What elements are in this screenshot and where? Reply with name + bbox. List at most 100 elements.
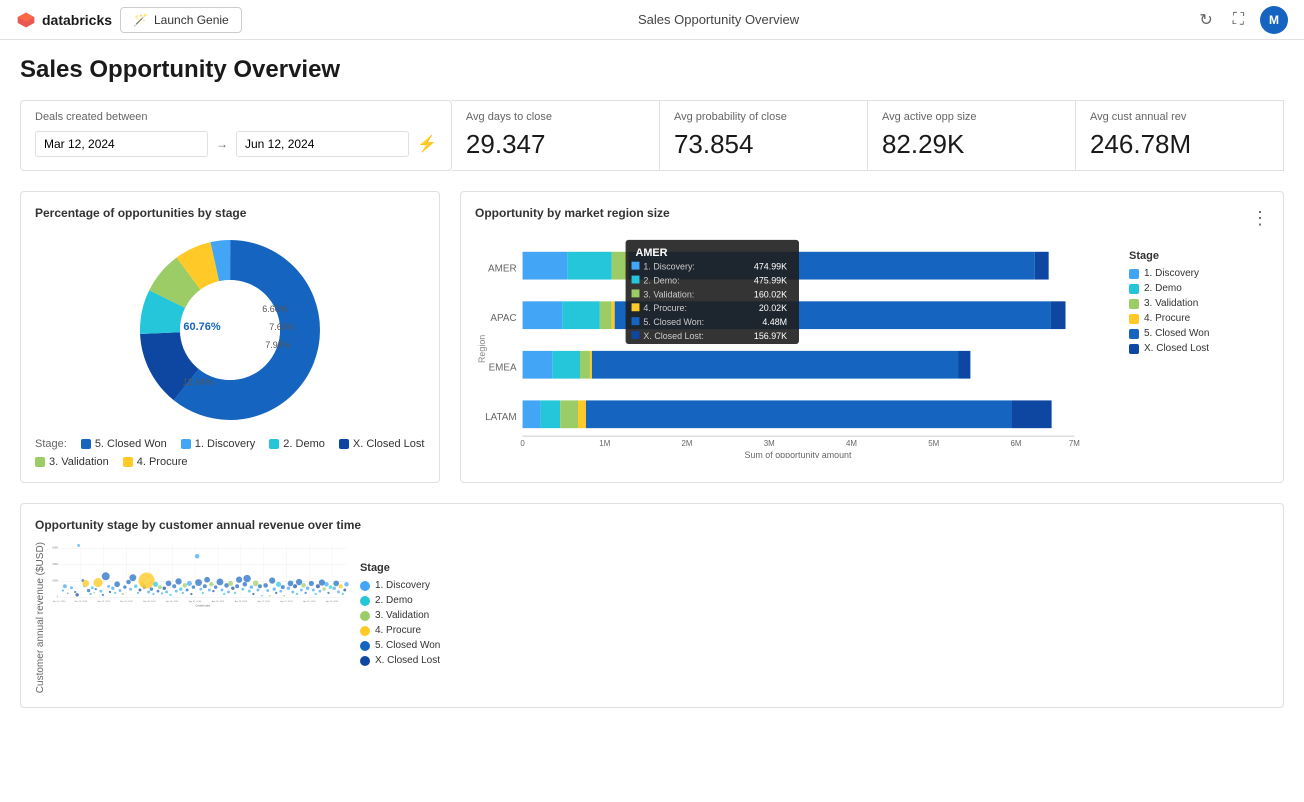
dot xyxy=(281,585,285,589)
dot xyxy=(344,582,349,587)
date-arrow-icon: → xyxy=(216,137,228,151)
dot xyxy=(70,586,73,589)
scatter-chart-legend: Stage 1. Discovery 2. Demo 3. Validation… xyxy=(360,542,490,693)
legend-item-demo: 2. Demo xyxy=(269,438,325,450)
legend-item-closed-won: 5. Closed Won xyxy=(81,438,167,450)
dot xyxy=(182,592,184,594)
date-sync-icon[interactable]: ⚡ xyxy=(417,134,437,154)
tooltip-row-6-val: 156.97K xyxy=(754,331,787,341)
scatter-chart-title: Opportunity stage by customer annual rev… xyxy=(35,518,1269,532)
dot xyxy=(337,591,340,594)
emea-bar-closed-lost xyxy=(958,351,970,379)
dot xyxy=(203,584,207,588)
dot xyxy=(300,589,303,592)
dot xyxy=(157,590,160,593)
dot xyxy=(209,582,214,587)
tooltip-row-4-label: 4. Procure: xyxy=(643,303,687,313)
scatter-legend-label-closed-lost: X. Closed Lost xyxy=(375,655,440,666)
dot xyxy=(126,580,131,585)
dot xyxy=(114,592,116,594)
bar-layout: AMER APAC EMEA LATAM Region xyxy=(475,230,1269,461)
refresh-icon-button[interactable]: ↻ xyxy=(1195,6,1216,34)
dot xyxy=(172,584,176,588)
dot xyxy=(252,593,254,595)
scatter-legend-item-1: 1. Discovery xyxy=(360,580,490,591)
legend-dot-closed-lost xyxy=(339,439,349,449)
dot xyxy=(102,572,110,580)
dot xyxy=(93,578,102,587)
bar-legend-title: Stage xyxy=(1129,250,1269,262)
dot xyxy=(314,593,316,595)
apac-bar-closed-lost xyxy=(1051,301,1066,329)
launch-genie-button[interactable]: 🪄 Launch Genie xyxy=(120,7,242,33)
dot xyxy=(129,574,136,581)
x-tick-6m: 6M xyxy=(1010,439,1021,448)
dot xyxy=(91,586,94,589)
scatter-legend-label-procure: 4. Procure xyxy=(375,625,421,636)
x-tick-3m: 3M xyxy=(764,439,775,448)
metric-card-prob: Avg probability of close 73.854 xyxy=(660,100,868,171)
x-tick-2m: 2M xyxy=(682,439,693,448)
dot xyxy=(227,591,230,594)
scatter-svg: 0 200M 400M 600M xyxy=(50,542,350,608)
scatter-y-axis-label: Customer annual revenue ($USD) xyxy=(35,542,46,693)
dot xyxy=(137,592,139,594)
avatar[interactable]: M xyxy=(1260,6,1288,34)
dot xyxy=(114,581,120,587)
bar-legend-label-closed-lost: X. Closed Lost xyxy=(1144,343,1209,354)
bar-legend-item-3: 3. Validation xyxy=(1129,298,1269,309)
dot xyxy=(134,585,137,588)
dot xyxy=(250,585,253,588)
dot xyxy=(304,592,306,594)
bar-legend-label-procure: 4. Procure xyxy=(1144,313,1190,324)
metric-label-days: Avg days to close xyxy=(466,111,645,123)
scatter-chart-area: 0 200M 400M 600M xyxy=(50,542,350,693)
end-date-input[interactable] xyxy=(236,131,409,157)
bar-legend-item-5: 5. Closed Won xyxy=(1129,328,1269,339)
latam-bar-demo xyxy=(540,400,560,428)
date-range: → ⚡ xyxy=(35,131,437,157)
latam-bar-validation xyxy=(560,400,578,428)
bar-swatch-closed-lost xyxy=(1129,344,1139,354)
tooltip-row-5-val: 4.48M xyxy=(762,317,787,327)
donut-label-closed-lost: 13.54% xyxy=(183,377,214,387)
dot xyxy=(322,587,325,590)
tooltip-row-2-val: 475.99K xyxy=(754,276,787,286)
x-tick-apr13: Apr 13, 2024 xyxy=(235,600,248,603)
bar-legend-item-6: X. Closed Lost xyxy=(1129,343,1269,354)
legend-item-closed-lost: X. Closed Lost xyxy=(339,438,425,450)
x-tick-5m: 5M xyxy=(928,439,939,448)
start-date-input[interactable] xyxy=(35,131,208,157)
dot xyxy=(332,587,335,590)
scatter-swatch-discovery xyxy=(360,581,370,591)
x-axis-title: Sum of opportunity amount xyxy=(745,450,852,458)
dot xyxy=(217,579,224,586)
dot xyxy=(165,591,168,594)
dot xyxy=(63,584,67,588)
dot xyxy=(288,581,294,587)
dot xyxy=(139,589,142,592)
dot xyxy=(82,580,89,587)
dot xyxy=(102,594,104,596)
legend-dot-validation xyxy=(35,457,45,467)
dot xyxy=(111,587,114,590)
stage-legend-label: Stage: xyxy=(35,438,67,450)
bar-legend-label-closed-won: 5. Closed Won xyxy=(1144,328,1209,339)
metric-card-rev: Avg cust annual rev 246.78M xyxy=(1076,100,1284,171)
bar-legend-label-validation: 3. Validation xyxy=(1144,298,1198,309)
metrics-section: Deals created between → ⚡ Avg days to cl… xyxy=(20,100,1284,171)
dot xyxy=(253,581,259,587)
fullscreen-icon-button[interactable]: ⛶ xyxy=(1229,7,1248,33)
dot xyxy=(235,584,239,588)
charts-row: Percentage of opportunities by stage 6.6… xyxy=(20,191,1284,483)
dot xyxy=(192,585,195,588)
dot xyxy=(306,587,309,590)
legend-label-discovery: 1. Discovery xyxy=(195,438,256,450)
more-options-icon[interactable]: ⋮ xyxy=(1251,208,1269,229)
scatter-layout: Customer annual revenue ($USD) 0 200M 40… xyxy=(35,542,1269,693)
dot xyxy=(87,589,90,592)
scatter-swatch-procure xyxy=(360,626,370,636)
legend-label-validation: 3. Validation xyxy=(49,456,109,468)
scatter-legend-label-discovery: 1. Discovery xyxy=(375,580,430,591)
dot xyxy=(152,593,154,595)
